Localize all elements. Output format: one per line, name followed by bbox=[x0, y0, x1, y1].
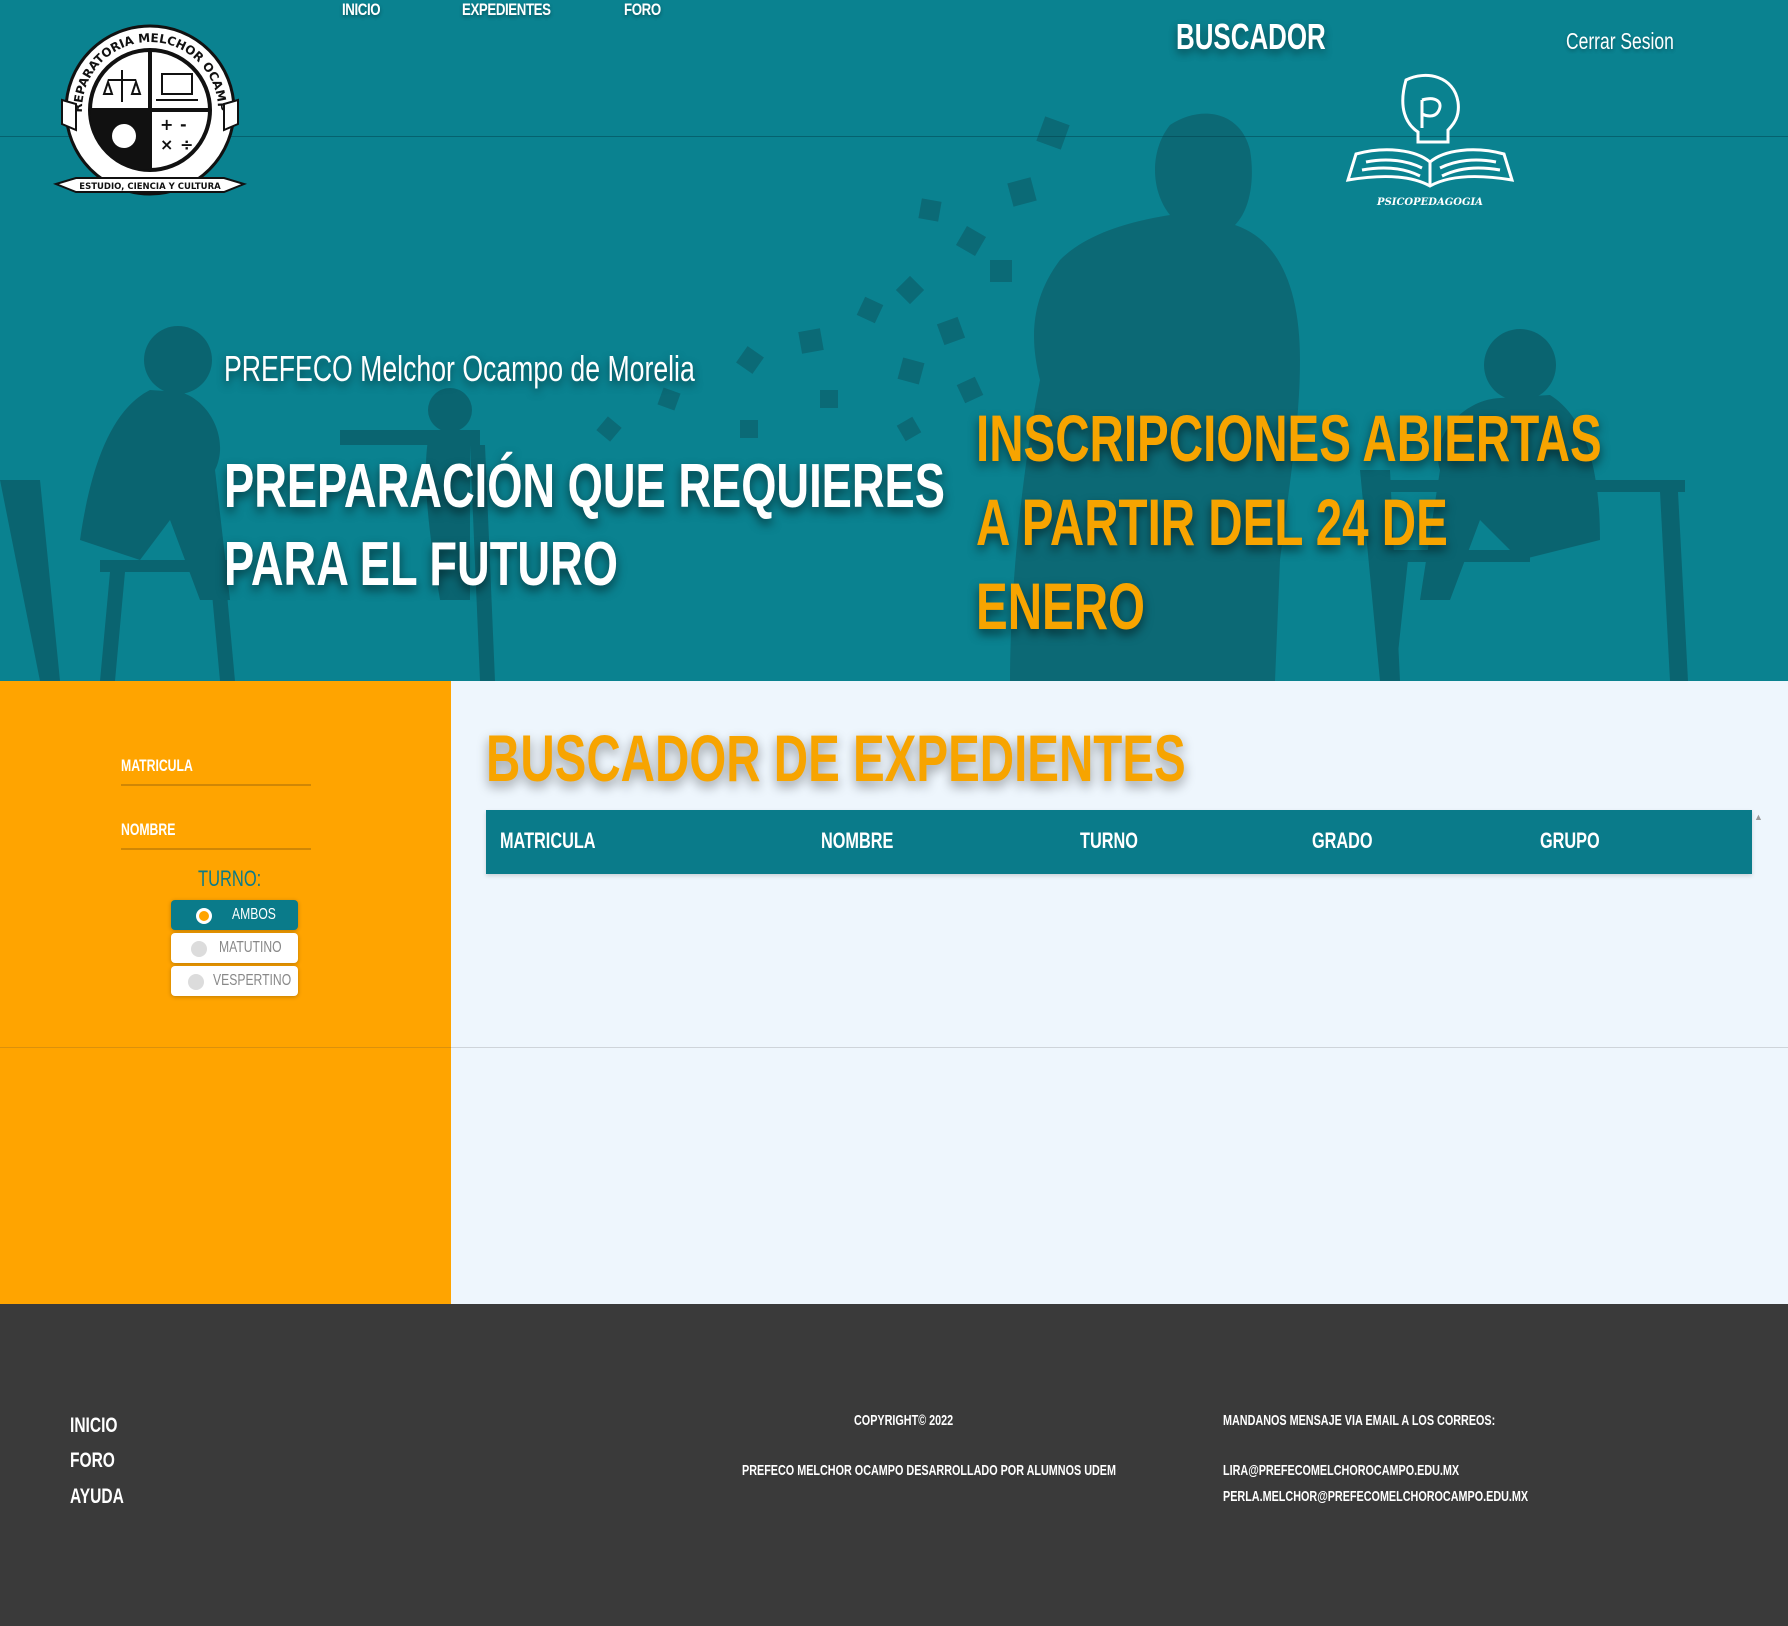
footer-email-lira[interactable]: LIRA@PREFECOMELCHOROCAMPO.EDU.MX bbox=[1223, 1462, 1459, 1479]
nav-foro[interactable]: FORO bbox=[624, 0, 661, 20]
footer-contact-title: MANDANOS MENSAJE VIA EMAIL A LOS CORREOS… bbox=[1223, 1412, 1496, 1429]
psicopedagogia-logo[interactable]: PSICOPEDAGOGIA bbox=[1336, 72, 1524, 212]
radio-vespertino-label: VESPERTINO bbox=[213, 972, 292, 989]
footer: INICIO FORO AYUDA COPYRIGHT© 2022 PREFEC… bbox=[0, 1304, 1788, 1626]
nav-inicio[interactable]: INICIO bbox=[342, 0, 381, 20]
radio-ambos-label: AMBOS bbox=[232, 906, 276, 923]
section-divider bbox=[0, 1047, 1788, 1048]
hero-promo: INSCRIPCIONES ABIERTAS A PARTIR DEL 24 D… bbox=[976, 401, 1602, 643]
footer-link-ayuda[interactable]: AYUDA bbox=[70, 1485, 124, 1509]
svg-text:×: × bbox=[160, 135, 173, 154]
footer-copyright: COPYRIGHT© 2022 bbox=[854, 1412, 954, 1429]
column-header-matricula[interactable]: MATRICULA bbox=[500, 828, 596, 854]
results-table-header: MATRICULA NOMBRE TURNO GRADO GRUPO bbox=[486, 810, 1752, 874]
matricula-field[interactable]: MATRICULA bbox=[121, 750, 311, 786]
hero-banner: PREPARATORIA MELCHOR OCAMPO +- ×÷ ESTUDI… bbox=[0, 0, 1788, 681]
radio-matutino[interactable]: MATUTINO bbox=[171, 933, 298, 963]
nombre-placeholder: NOMBRE bbox=[121, 820, 176, 839]
results-title: BUSCADOR DE EXPEDIENTES bbox=[486, 721, 1186, 795]
radio-vespertino[interactable]: VESPERTINO bbox=[171, 966, 298, 996]
radio-ambos[interactable]: AMBOS bbox=[171, 900, 298, 930]
radio-dot-icon bbox=[196, 908, 212, 924]
hero-headline: PREPARACIÓN QUE REQUIERES PARA EL FUTURO bbox=[224, 452, 945, 599]
radio-dot-icon bbox=[191, 941, 207, 957]
turno-label: TURNO: bbox=[198, 866, 262, 891]
radio-matutino-label: MATUTINO bbox=[219, 939, 282, 956]
logout-link[interactable]: Cerrar Sesion bbox=[1566, 28, 1674, 55]
footer-link-inicio[interactable]: INICIO bbox=[70, 1414, 117, 1438]
hero-subtitle: PREFECO Melchor Ocampo de Morelia bbox=[224, 348, 695, 389]
svg-text:+: + bbox=[160, 115, 173, 134]
school-logo[interactable]: PREPARATORIA MELCHOR OCAMPO +- ×÷ ESTUDI… bbox=[52, 12, 248, 202]
footer-credits: PREFECO MELCHOR OCAMPO DESARROLLADO POR … bbox=[742, 1462, 1117, 1479]
section-title: BUSCADOR bbox=[1176, 16, 1326, 57]
radio-dot-icon bbox=[188, 974, 204, 990]
column-header-turno[interactable]: TURNO bbox=[1080, 828, 1138, 854]
logo-banner-text: ESTUDIO, CIENCIA Y CULTURA bbox=[79, 182, 221, 192]
footer-link-foro[interactable]: FORO bbox=[70, 1449, 115, 1473]
scroll-up-arrow-icon[interactable]: ▲ bbox=[1754, 812, 1764, 824]
column-header-nombre[interactable]: NOMBRE bbox=[821, 828, 893, 854]
matricula-placeholder: MATRICULA bbox=[121, 756, 193, 775]
footer-email-perla[interactable]: PERLA.MELCHOR@PREFECOMELCHOROCAMPO.EDU.M… bbox=[1223, 1488, 1528, 1505]
svg-text:÷: ÷ bbox=[180, 135, 193, 154]
psico-logo-text: PSICOPEDAGOGIA bbox=[1376, 197, 1483, 208]
column-header-grupo[interactable]: GRUPO bbox=[1540, 828, 1600, 854]
nombre-field[interactable]: NOMBRE bbox=[121, 814, 311, 850]
nav-expedientes[interactable]: EXPEDIENTES bbox=[462, 0, 551, 20]
svg-text:-: - bbox=[180, 115, 187, 134]
column-header-grado[interactable]: GRADO bbox=[1312, 828, 1373, 854]
